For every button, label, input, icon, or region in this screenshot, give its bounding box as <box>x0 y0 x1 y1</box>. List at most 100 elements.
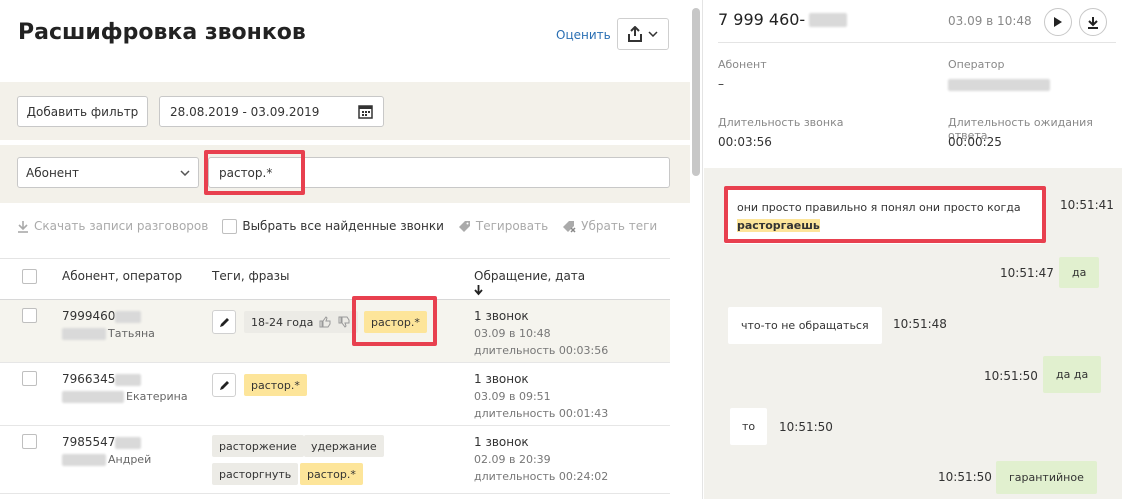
header-checkbox[interactable] <box>22 269 37 284</box>
subscriber-label: Абонент <box>718 58 767 71</box>
export-button[interactable] <box>617 18 669 50</box>
call-duration-value: 00:03:56 <box>718 135 772 149</box>
untag-label: Убрать теги <box>581 219 658 233</box>
play-icon <box>1054 17 1062 27</box>
download-button[interactable] <box>1079 8 1107 36</box>
subscriber-number: 7999460 <box>62 309 142 323</box>
subscriber-number-text: 7966345 <box>62 372 116 386</box>
calendar-icon <box>358 105 373 119</box>
transcript-chat: они просто правильно я понял они просто … <box>704 168 1122 499</box>
column-date[interactable]: Обращение, дата <box>474 269 585 283</box>
row-checkbox[interactable] <box>22 371 37 386</box>
redacted-digits <box>115 373 142 386</box>
select-all-checkbox[interactable]: Выбрать все найденные звонки <box>222 218 444 234</box>
edit-tags-button[interactable] <box>212 373 236 397</box>
operator-name: Татьяна <box>62 327 155 340</box>
search-field-value: Абонент <box>26 165 80 180</box>
edit-tags-button[interactable] <box>212 310 236 334</box>
tag-chip[interactable]: удержание <box>304 435 384 457</box>
redacted-surname <box>62 453 106 466</box>
list-scrollbar[interactable] <box>692 8 700 176</box>
message-time: 10:51:41 <box>1060 198 1114 212</box>
operator-message: да да <box>1043 356 1102 393</box>
subscriber-number-text: 7999460 <box>62 309 116 323</box>
operator-name-text: Андрей <box>108 453 152 466</box>
rate-link[interactable]: Оценить <box>556 28 611 42</box>
call-duration: длительность 00:03:56 <box>474 344 609 357</box>
tag-chip[interactable]: растор.* <box>364 311 427 333</box>
calls-table-header: Абонент, оператор Теги, фразы Обращение,… <box>0 258 670 300</box>
redacted-surname <box>62 327 106 340</box>
wait-duration-value: 00:00:25 <box>948 135 1002 149</box>
call-duration-label: Длительность звонка <box>718 116 844 129</box>
highlighted-phrase: расторгаешь <box>737 219 820 232</box>
pencil-icon <box>219 317 229 327</box>
call-transcripts-app: Расшифровка звонков Оценить Добавить фил… <box>0 0 1122 499</box>
call-phone-number-text: 7 999 460- <box>718 10 806 29</box>
call-duration: длительность 00:24:02 <box>474 470 609 483</box>
download-icon <box>1088 16 1098 29</box>
date-range-picker[interactable]: 28.08.2019 - 03.09.2019 <box>159 96 384 127</box>
pencil-icon <box>219 380 229 390</box>
message-time: 10:51:50 <box>779 420 833 434</box>
subscriber-number: 7966345 <box>62 372 142 386</box>
call-date: 03.09 в 10:48 <box>474 327 551 340</box>
subscriber-number: 7985547 <box>62 435 142 449</box>
date-range-value: 28.08.2019 - 03.09.2019 <box>170 104 320 119</box>
column-tags[interactable]: Теги, фразы <box>212 269 290 283</box>
checkbox[interactable] <box>222 218 238 234</box>
tag-label: Тегировать <box>475 219 549 233</box>
bulk-toolbar: Скачать записи разговоров Выбрать все на… <box>17 216 671 236</box>
operator-label: Оператор <box>948 58 1005 71</box>
message-time: 10:51:50 <box>938 470 992 484</box>
message-time: 10:51:48 <box>893 317 947 331</box>
call-count: 1 звонок <box>474 372 529 386</box>
subscriber-value: – <box>718 77 724 91</box>
operator-name: Екатерина <box>62 390 188 403</box>
call-duration: длительность 00:01:43 <box>474 407 609 420</box>
operator-value <box>948 77 1050 91</box>
search-field-select[interactable]: Абонент <box>17 157 199 188</box>
tag-chip[interactable]: расторгнуть <box>212 463 299 485</box>
tag-chip[interactable]: растор.* <box>244 374 307 396</box>
row-checkbox[interactable] <box>22 308 37 323</box>
add-filter-button[interactable]: Добавить фильтр <box>17 96 148 127</box>
play-button[interactable] <box>1044 8 1072 36</box>
tag-chip[interactable]: растор.* <box>300 463 363 485</box>
untag-button[interactable]: Убрать теги <box>562 219 657 233</box>
operator-name-text: Татьяна <box>108 327 155 340</box>
redacted-digits <box>809 12 848 27</box>
redacted-operator-name <box>948 78 1050 91</box>
tag-chip-label: 18-24 года <box>251 315 314 329</box>
tag-button[interactable]: Тегировать <box>458 219 548 233</box>
message-text: они просто правильно я понял они просто … <box>737 201 1021 214</box>
sort-arrow-icon[interactable] <box>474 285 483 296</box>
table-row[interactable]: 7999460 Татьяна 18-24 года растор.* 1 зв… <box>0 300 670 363</box>
redacted-surname <box>62 390 124 403</box>
operator-message: гарантийное <box>996 461 1097 494</box>
subscriber-number-text: 7985547 <box>62 435 116 449</box>
call-datetime: 03.09 в 10:48 <box>948 14 1032 28</box>
thumbs-up-icon[interactable] <box>319 316 332 328</box>
search-query-input[interactable] <box>208 157 670 188</box>
call-date: 02.09 в 20:39 <box>474 453 551 466</box>
tag-chip[interactable]: расторжение <box>212 435 304 457</box>
download-icon <box>18 220 28 233</box>
select-all-label: Выбрать все найденные звонки <box>242 219 444 233</box>
operator-name-text: Екатерина <box>126 390 188 403</box>
column-subscriber[interactable]: Абонент, оператор <box>62 269 182 283</box>
thumbs-down-icon[interactable] <box>338 316 351 328</box>
call-details-pane: 7 999 460- 03.09 в 10:48 Абонент – Опера… <box>704 0 1122 499</box>
tag-icon <box>458 220 470 232</box>
call-phone-number: 7 999 460- <box>718 10 848 29</box>
row-checkbox[interactable] <box>22 434 37 449</box>
tag-chip[interactable]: 18-24 года <box>244 311 359 333</box>
table-row[interactable]: 7985547 Андрей расторжение удержание рас… <box>0 426 670 494</box>
call-count: 1 звонок <box>474 435 529 449</box>
share-icon <box>628 26 642 42</box>
download-records-label: Скачать записи разговоров <box>34 219 209 233</box>
download-records-button[interactable]: Скачать записи разговоров <box>17 219 208 233</box>
operator-message: да <box>1059 257 1100 288</box>
table-row[interactable]: 7966345 Екатерина растор.* 1 звонок 03.0… <box>0 363 670 426</box>
chevron-down-icon <box>648 31 658 37</box>
